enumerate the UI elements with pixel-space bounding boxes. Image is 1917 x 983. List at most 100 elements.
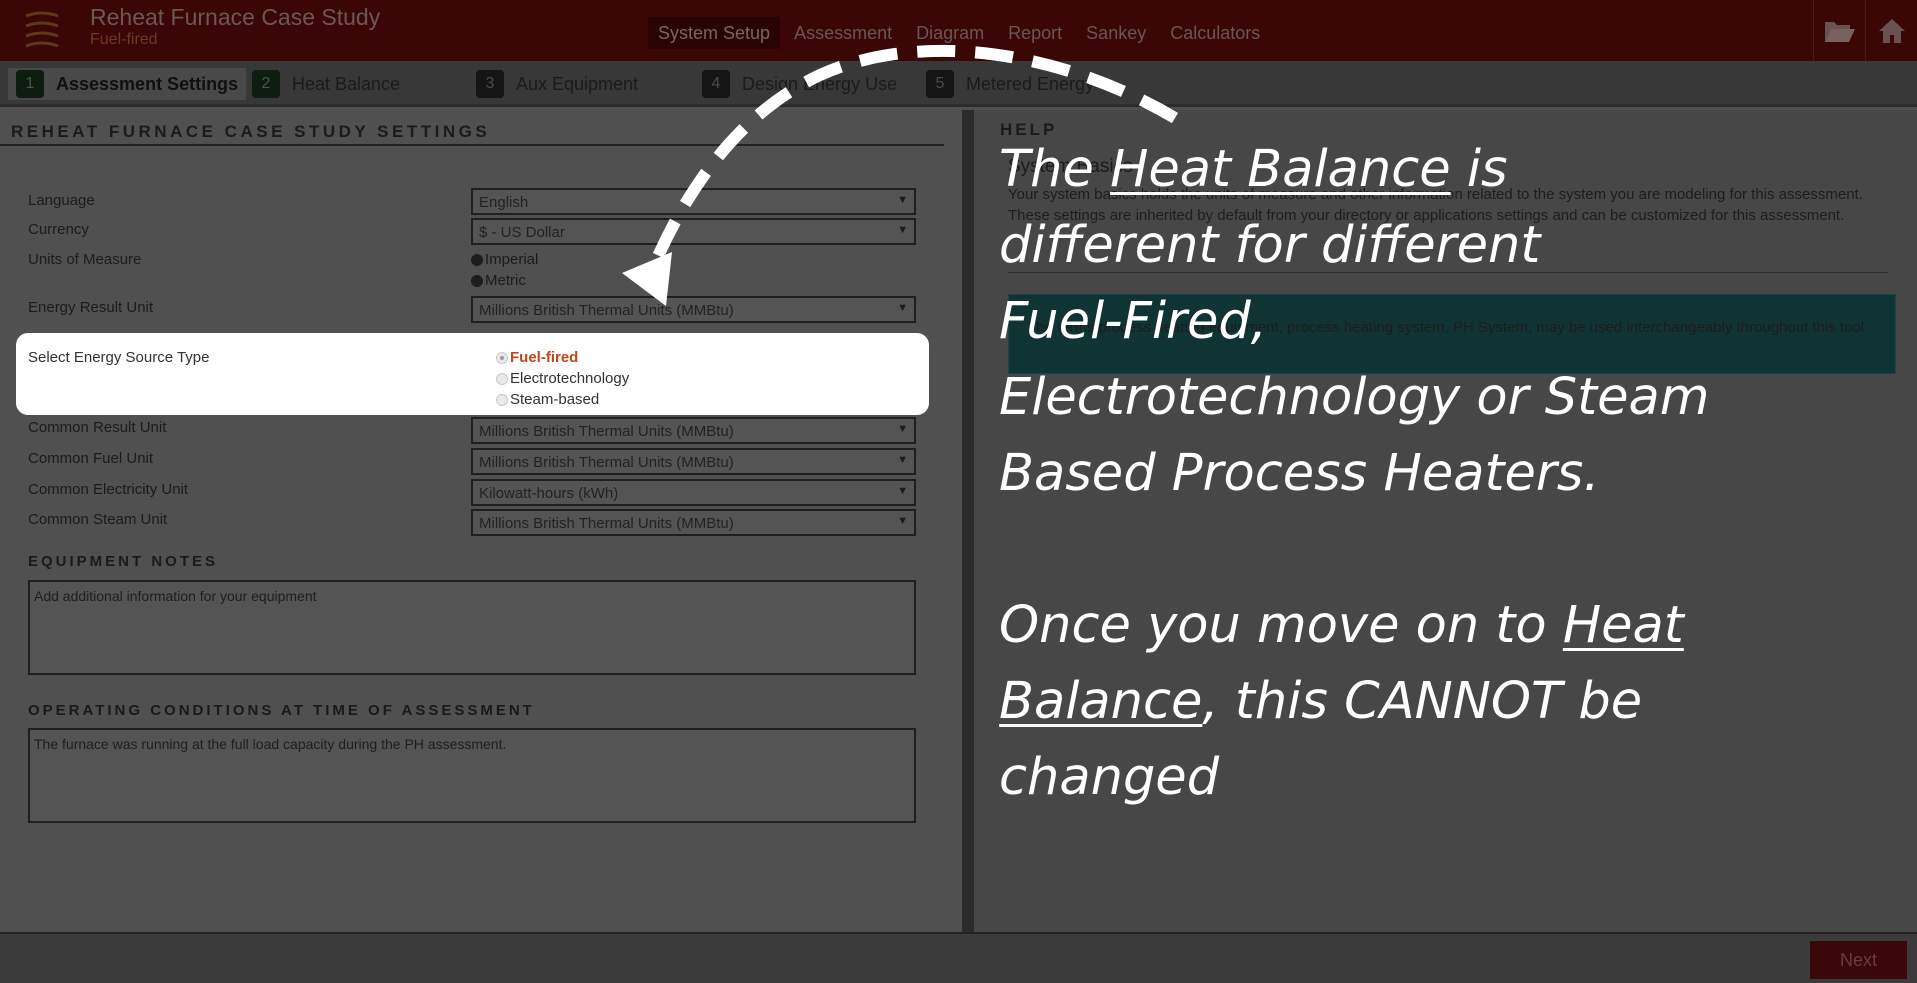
source-steam-based-radio[interactable]: Steam-based <box>496 391 599 408</box>
panel-divider[interactable] <box>962 110 974 932</box>
annotation-text: changed <box>999 748 1220 807</box>
settings-panel: REHEAT FURNACE CASE STUDY SETTINGS Langu… <box>0 110 962 932</box>
language-label: Language <box>28 192 95 209</box>
equipment-notes-input[interactable]: Add additional information for your equi… <box>28 580 916 675</box>
common-fuel-select[interactable]: Millions British Thermal Units (MMBtu) ▼ <box>471 448 916 475</box>
units-imperial-radio[interactable]: Imperial <box>471 251 538 268</box>
nav-sankey[interactable]: Sankey <box>1076 17 1156 49</box>
radio-icon <box>496 393 508 406</box>
common-steam-label: Common Steam Unit <box>28 511 168 528</box>
nav-calculators[interactable]: Calculators <box>1160 17 1270 49</box>
source-steam-based-label: Steam-based <box>510 391 600 408</box>
currency-select[interactable]: $ - US Dollar ▼ <box>471 218 916 245</box>
step-heat-balance[interactable]: 2 Heat Balance <box>244 68 400 100</box>
step-metered-energy[interactable]: 5 Metered Energy <box>918 68 1094 100</box>
annotation-text: different for different <box>999 216 1541 275</box>
chevron-down-icon: ▼ <box>897 485 908 497</box>
step-label: Assessment Settings <box>56 73 239 94</box>
step-aux-equipment[interactable]: 3 Aux Equipment <box>468 68 638 100</box>
annotation-emphasis: Heat <box>1562 596 1684 655</box>
step-number: 4 <box>702 70 730 98</box>
step-label: Heat Balance <box>292 73 401 94</box>
home-icon <box>1878 18 1905 43</box>
app-window: Reheat Furnace Case Study Fuel-fired Sys… <box>0 0 1917 983</box>
source-electrotechnology-radio[interactable]: Electrotechnology <box>496 370 629 387</box>
annotation-spacer <box>999 512 1899 588</box>
annotation-text: Once you move on to <box>999 596 1563 655</box>
app-subtitle: Fuel-fired <box>90 31 158 48</box>
annotation-text: Fuel-Fired, <box>999 292 1267 351</box>
common-result-select[interactable]: Millions British Thermal Units (MMBtu) ▼ <box>471 417 916 444</box>
chevron-down-icon: ▼ <box>897 454 908 466</box>
nav-report[interactable]: Report <box>998 17 1072 49</box>
language-value: English <box>479 194 529 211</box>
common-electricity-label: Common Electricity Unit <box>28 481 189 498</box>
step-label: Design Energy Use <box>742 73 898 94</box>
source-fuel-fired-radio[interactable]: Fuel-fired <box>496 349 578 366</box>
step-number: 5 <box>926 70 954 98</box>
annotation-text: The <box>999 140 1111 199</box>
top-icons <box>1813 0 1917 61</box>
units-imperial-label: Imperial <box>485 251 539 268</box>
tutorial-annotation: The Heat Balance is different for differ… <box>999 132 1899 816</box>
annotation-text: Based Process Heaters. <box>999 444 1600 503</box>
currency-label: Currency <box>28 221 89 238</box>
common-result-value: Millions British Thermal Units (MMBtu) <box>479 423 734 440</box>
common-steam-value: Millions British Thermal Units (MMBtu) <box>479 515 734 532</box>
section-divider <box>0 144 944 146</box>
common-fuel-label: Common Fuel Unit <box>28 450 154 467</box>
energy-result-select[interactable]: Millions British Thermal Units (MMBtu) ▼ <box>471 296 916 323</box>
energy-result-value: Millions British Thermal Units (MMBtu) <box>479 302 734 319</box>
app-title: Reheat Furnace Case Study <box>90 4 381 30</box>
chevron-down-icon: ▼ <box>897 194 908 206</box>
step-number: 2 <box>252 70 280 98</box>
open-folder-button[interactable] <box>1813 0 1865 61</box>
nav-assessment[interactable]: Assessment <box>784 17 902 49</box>
annotation-emphasis: Balance <box>999 672 1203 731</box>
next-button[interactable]: Next <box>1810 941 1907 979</box>
currency-value: $ - US Dollar <box>479 224 565 241</box>
step-label: Aux Equipment <box>516 73 639 94</box>
radio-icon <box>471 274 483 287</box>
annotation-text: is <box>1450 140 1508 199</box>
chevron-down-icon: ▼ <box>897 302 908 314</box>
top-header: Reheat Furnace Case Study Fuel-fired Sys… <box>0 0 1917 61</box>
step-number: 1 <box>16 70 44 98</box>
home-button[interactable] <box>1865 0 1917 61</box>
language-select[interactable]: English ▼ <box>471 188 916 215</box>
radio-checked-icon <box>471 253 483 266</box>
common-electricity-select[interactable]: Kilowatt-hours (kWh) ▼ <box>471 479 916 506</box>
energy-source-label: Select Energy Source Type <box>28 349 210 366</box>
step-label: Metered Energy <box>966 73 1095 94</box>
operating-conditions-input[interactable]: The furnace was running at the full load… <box>28 728 916 823</box>
equipment-notes-title: EQUIPMENT NOTES <box>28 553 219 570</box>
annotation-text: , this CANNOT be <box>1202 672 1643 731</box>
step-tabs: 1 Assessment Settings 2 Heat Balance 3 A… <box>0 61 1917 107</box>
units-label: Units of Measure <box>28 251 142 268</box>
source-electrotechnology-label: Electrotechnology <box>510 370 630 387</box>
nav-system-setup[interactable]: System Setup <box>648 17 781 49</box>
nav-diagram[interactable]: Diagram <box>906 17 994 49</box>
operating-conditions-title: OPERATING CONDITIONS AT TIME OF ASSESSME… <box>28 702 535 719</box>
chevron-down-icon: ▼ <box>897 224 908 236</box>
common-fuel-value: Millions British Thermal Units (MMBtu) <box>479 454 734 471</box>
common-result-label: Common Result Unit <box>28 419 167 436</box>
step-assessment-settings[interactable]: 1 Assessment Settings <box>8 68 247 100</box>
units-metric-radio[interactable]: Metric <box>471 272 526 289</box>
energy-result-label: Energy Result Unit <box>28 299 154 316</box>
main-nav: System Setup Assessment Diagram Report S… <box>648 17 1274 49</box>
annotation-emphasis: Heat Balance <box>1110 140 1451 199</box>
energy-source-highlight: Select Energy Source Type Fuel-fired Ele… <box>16 333 929 415</box>
step-design-energy-use[interactable]: 4 Design Energy Use <box>694 68 897 100</box>
radio-icon <box>496 372 508 385</box>
folder-open-icon <box>1824 21 1855 42</box>
settings-title: REHEAT FURNACE CASE STUDY SETTINGS <box>11 122 491 141</box>
units-metric-label: Metric <box>485 272 526 289</box>
radio-checked-icon <box>496 351 508 364</box>
flame-logo-icon <box>25 11 59 48</box>
common-steam-select[interactable]: Millions British Thermal Units (MMBtu) ▼ <box>471 509 916 536</box>
footer-bar: Next <box>0 932 1917 983</box>
chevron-down-icon: ▼ <box>897 515 908 527</box>
chevron-down-icon: ▼ <box>897 423 908 435</box>
annotation-text: Electrotechnology or Steam <box>999 368 1710 427</box>
